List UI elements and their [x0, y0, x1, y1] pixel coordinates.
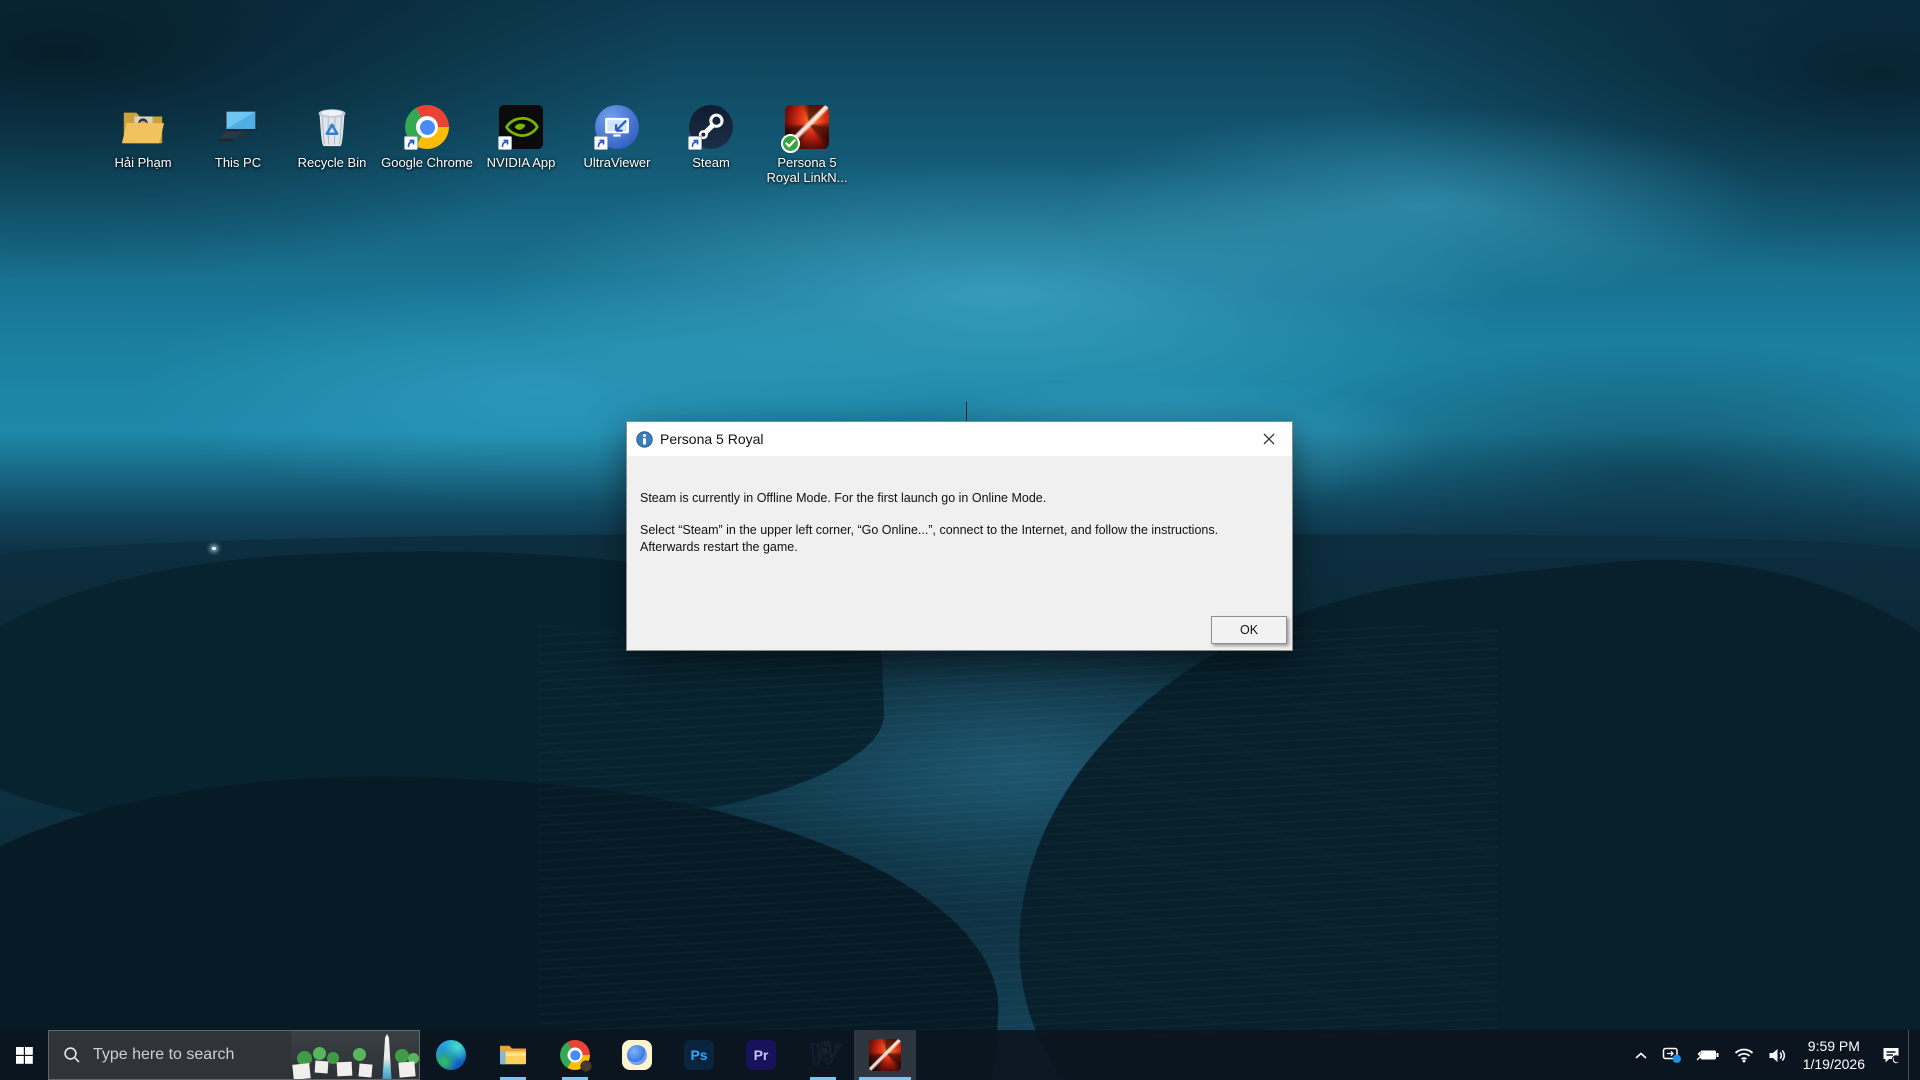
system-tray: 9:59 PM 1/19/2026 [1627, 1030, 1920, 1080]
wifi-icon[interactable] [1727, 1030, 1761, 1080]
desktop-icon-ultraviewer[interactable]: UltraViewer [571, 104, 663, 170]
desktop-icon-google-chrome[interactable]: Google Chrome [381, 104, 473, 170]
search-placeholder: Type here to search [93, 1046, 234, 1064]
taskbar-app-chat[interactable] [606, 1030, 668, 1080]
taskbar-app-persona-5-royal[interactable] [854, 1030, 916, 1080]
file-explorer-icon [498, 1042, 528, 1068]
chrome-icon [559, 1039, 590, 1070]
close-icon[interactable] [1246, 422, 1292, 456]
user-folder-icon [120, 104, 166, 150]
desktop-icon-recycle-bin[interactable]: Recycle Bin [286, 104, 378, 170]
desktop-icon-this-pc[interactable]: This PC [192, 104, 284, 170]
chrome-icon [404, 104, 450, 150]
desktop-icon-label: Hải Phạm [114, 155, 171, 170]
desktop-icon-steam[interactable]: Steam [665, 104, 757, 170]
clock-time: 9:59 PM [1808, 1037, 1860, 1055]
search-highlight-image [291, 1031, 419, 1079]
desktop-icon-label: Recycle Bin [298, 155, 367, 170]
desktop-icon-label: This PC [215, 155, 261, 170]
clock-date: 1/19/2026 [1803, 1055, 1865, 1073]
photoshop-icon: Ps [684, 1040, 714, 1070]
monument-icon [379, 1034, 395, 1079]
dialog-titlebar[interactable]: Persona 5 Royal [627, 422, 1292, 456]
nvidia-icon [498, 104, 544, 150]
steam-icon [688, 104, 734, 150]
this-pc-icon [215, 104, 261, 150]
ultraviewer-icon [594, 104, 640, 150]
dialog-message-line1: Steam is currently in Offline Mode. For … [640, 456, 1279, 507]
dialog-message-line2: Select “Steam” in the upper left corner,… [640, 507, 1279, 556]
taskbar-app-microsoft-edge[interactable] [420, 1030, 482, 1080]
info-icon [636, 431, 653, 448]
start-button[interactable] [0, 1030, 48, 1080]
desktop-icon-label: Persona 5 Royal LinkN... [761, 155, 853, 185]
taskbar-search-input[interactable]: Type here to search [48, 1030, 420, 1080]
persona-5-royal-icon [784, 104, 830, 150]
wuthering-waves-icon: W S [806, 1038, 840, 1072]
search-icon [63, 1046, 81, 1064]
desktop-icon-label: UltraViewer [584, 155, 651, 170]
tray-chevron-up-icon[interactable] [1627, 1030, 1655, 1080]
volume-icon[interactable] [1761, 1030, 1794, 1080]
action-center-icon[interactable] [1874, 1030, 1908, 1080]
dialog-title: Persona 5 Royal [660, 431, 764, 447]
desktop-icon-label: Steam [692, 155, 730, 170]
taskbar-app-premiere[interactable]: Pr [730, 1030, 792, 1080]
taskbar-app-file-explorer[interactable] [482, 1030, 544, 1080]
persona-5-royal-dialog: Persona 5 Royal Steam is currently in Of… [626, 421, 1293, 651]
taskbar-app-google-chrome[interactable] [544, 1030, 606, 1080]
chat-app-icon [622, 1040, 652, 1070]
desktop-icon-persona-5-royal[interactable]: Persona 5 Royal LinkN... [761, 104, 853, 185]
desktop-icon-nvidia-app[interactable]: NVIDIA App [475, 104, 567, 170]
recycle-bin-icon [309, 104, 355, 150]
shortcut-arrow-icon [404, 136, 418, 150]
persona-5-royal-icon [869, 1039, 901, 1071]
dialog-body: Steam is currently in Offline Mode. For … [627, 456, 1292, 652]
edge-icon [436, 1040, 466, 1070]
shortcut-arrow-icon [594, 136, 608, 150]
desktop-icon-label: NVIDIA App [487, 155, 556, 170]
desktop-icon-label: Google Chrome [381, 155, 473, 170]
shortcut-arrow-icon [498, 136, 512, 150]
chrome-profile-badge [580, 1060, 592, 1072]
taskbar-app-photoshop[interactable]: Ps [668, 1030, 730, 1080]
ok-button[interactable]: OK [1211, 616, 1287, 644]
taskbar-clock[interactable]: 9:59 PM 1/19/2026 [1794, 1037, 1874, 1073]
taskbar-apps: Ps Pr W S [420, 1030, 916, 1080]
battery-icon[interactable] [1689, 1030, 1727, 1080]
premiere-icon: Pr [746, 1040, 776, 1070]
tray-remote-app-icon[interactable] [1655, 1030, 1689, 1080]
taskbar: Type here to search [0, 1030, 1920, 1080]
wallpaper-mast-line [966, 402, 967, 422]
taskbar-app-wuthering-waves[interactable]: W S [792, 1030, 854, 1080]
sync-check-icon [781, 134, 800, 153]
shortcut-arrow-icon [688, 136, 702, 150]
wallpaper-water-ripples [538, 626, 1498, 1036]
windows-logo-icon [16, 1047, 33, 1064]
show-desktop-button[interactable] [1908, 1030, 1914, 1080]
wallpaper-distant-light [212, 547, 216, 550]
desktop-icon-hai-pham[interactable]: Hải Phạm [97, 104, 189, 170]
